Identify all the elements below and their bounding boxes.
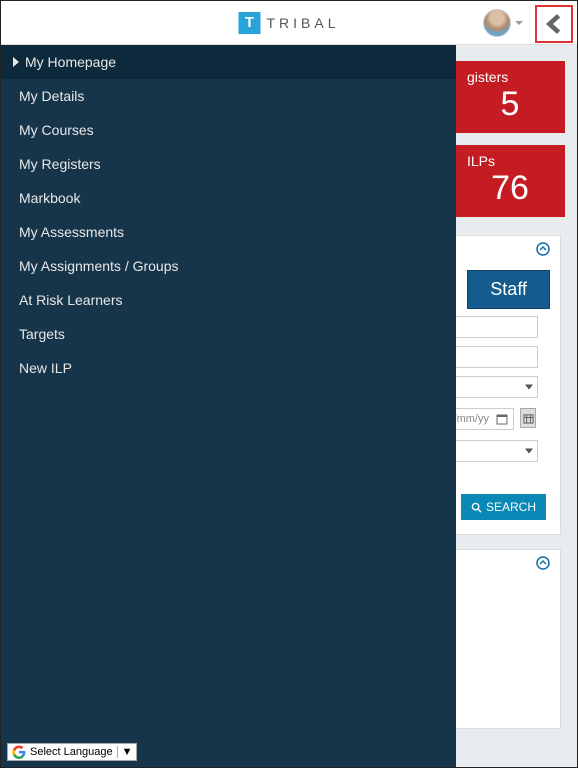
language-selector[interactable]: Select Language ▼ [7,743,137,761]
close-sidebar-button[interactable] [535,5,573,43]
search-icon [471,502,482,513]
select-2[interactable] [442,440,538,462]
sidebar-item-my-registers[interactable]: My Registers [1,147,456,181]
language-label: Select Language [30,746,113,758]
tile-ilps[interactable]: ILPs 76 [455,145,565,217]
sidebar-item-label: Markbook [19,190,80,206]
sidebar-item-label: My Registers [19,156,101,172]
topbar: T TRIBAL [1,1,577,45]
tile-value: 5 [467,85,553,124]
search-button-label: SEARCH [486,500,536,514]
text-input-1[interactable] [442,316,538,338]
staff-tab[interactable]: Staff [467,270,550,309]
date-picker-button[interactable] [520,408,536,428]
sidebar-item-label: New ILP [19,360,72,376]
calendar-icon [523,413,534,424]
sidebar-item-targets[interactable]: Targets [1,317,456,351]
sidebar-item-label: My Courses [19,122,94,138]
tile-title: ILPs [467,153,553,169]
tile-registers[interactable]: gisters 5 [455,61,565,133]
chevron-down-icon [525,449,533,454]
search-button[interactable]: SEARCH [461,494,546,520]
logo-badge: T [238,12,260,34]
sidebar-nav: My Homepage My Details My Courses My Regist… [1,45,456,767]
sidebar-item-my-assignments-groups[interactable]: My Assignments / Groups [1,249,456,283]
sidebar-item-at-risk-learners[interactable]: At Risk Learners [1,283,456,317]
text-input-2[interactable] [442,346,538,368]
sidebar-item-markbook[interactable]: Markbook [1,181,456,215]
chevron-down-icon [525,385,533,390]
select-1[interactable] [442,376,538,398]
chevron-down-icon: ▼ [117,746,133,758]
sidebar-item-my-courses[interactable]: My Courses [1,113,456,147]
collapse-icon[interactable] [536,242,550,261]
collapse-icon[interactable] [536,556,550,575]
sidebar-item-label: At Risk Learners [19,292,122,308]
date-placeholder: /mm/yy [454,413,489,425]
sidebar-item-my-homepage[interactable]: My Homepage [1,45,456,79]
tile-title: gisters [467,69,553,85]
sidebar-item-label: My Homepage [25,54,116,70]
logo-text: TRIBAL [266,15,339,31]
sidebar-item-my-assessments[interactable]: My Assessments [1,215,456,249]
avatar [483,9,511,37]
sidebar-item-label: My Assignments / Groups [19,258,179,274]
calendar-icon [496,413,508,425]
chevron-down-icon [515,21,523,25]
sidebar-item-label: My Details [19,88,84,104]
sidebar-item-label: Targets [19,326,65,342]
sidebar-item-new-ilp[interactable]: New ILP [1,351,456,385]
google-icon [12,745,26,759]
chevron-left-icon [543,9,565,39]
app-logo: T TRIBAL [238,12,339,34]
user-menu[interactable] [483,9,523,37]
tile-value: 76 [467,169,553,208]
sidebar-item-my-details[interactable]: My Details [1,79,456,113]
sidebar-item-label: My Assessments [19,224,124,240]
